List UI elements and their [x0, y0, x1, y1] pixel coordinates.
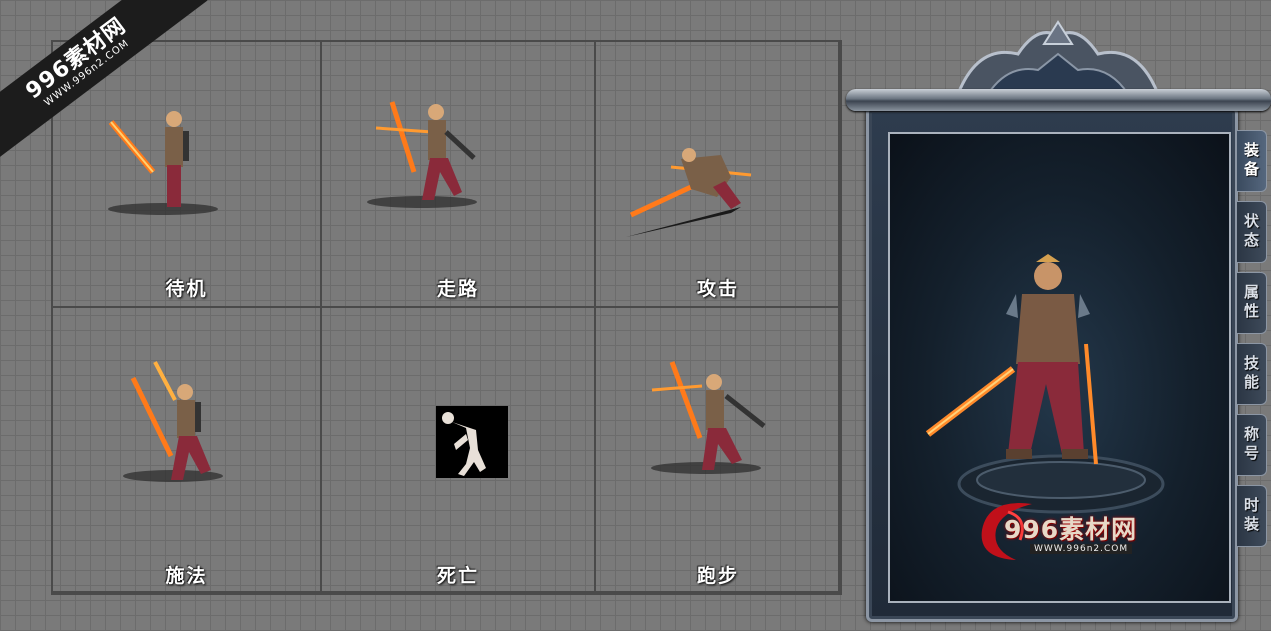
character-panel: 装备 状态 属性 技能 称号 时装 996素材网 WWW.996n2.COM — [846, 20, 1271, 622]
action-label-cast: 施法 — [165, 565, 208, 587]
idle-sprite — [108, 111, 218, 215]
walk-sprite — [367, 101, 477, 208]
tab-status-label: 状态 — [1242, 213, 1260, 251]
action-label-idle: 待机 — [165, 278, 208, 300]
site-logo: 996素材网 WWW.996n2.COM — [968, 490, 1168, 570]
tab-fashion-label: 时装 — [1242, 497, 1260, 535]
tab-status[interactable]: 状态 — [1237, 201, 1267, 263]
tab-skills-label: 技能 — [1242, 355, 1260, 393]
character-model — [925, 254, 1098, 465]
action-cell-death[interactable]: 死亡 — [320, 306, 596, 595]
tab-attributes[interactable]: 属性 — [1237, 272, 1267, 334]
logo-text: 996素材网 — [1004, 515, 1138, 544]
panel-top-bar — [846, 89, 1271, 111]
action-cell-attack[interactable]: 攻击 — [594, 40, 842, 308]
tab-fashion[interactable]: 时装 — [1237, 485, 1267, 547]
action-label-attack: 攻击 — [696, 278, 739, 300]
logo-url: WWW.996n2.COM — [1030, 544, 1133, 554]
tab-titles[interactable]: 称号 — [1237, 414, 1267, 476]
action-cell-cast[interactable]: 施法 — [51, 306, 322, 595]
action-label-walk: 走路 — [436, 278, 479, 300]
attack-sprite — [626, 148, 752, 237]
action-preview-grid: 待机 走路 攻击 施法 死亡 跑步 — [51, 40, 842, 595]
action-label-run: 跑步 — [696, 565, 739, 587]
tab-equipment[interactable]: 装备 — [1237, 130, 1267, 192]
run-sprite — [651, 361, 766, 474]
action-cell-run[interactable]: 跑步 — [594, 306, 842, 595]
action-cell-walk[interactable]: 走路 — [320, 40, 596, 308]
panel-tabs: 装备 状态 属性 技能 称号 时装 — [1237, 130, 1267, 556]
tab-skills[interactable]: 技能 — [1237, 343, 1267, 405]
action-label-death: 死亡 — [436, 565, 479, 587]
tab-attributes-label: 属性 — [1242, 284, 1260, 322]
tab-equipment-label: 装备 — [1242, 142, 1260, 180]
cast-sprite — [123, 361, 223, 482]
tab-titles-label: 称号 — [1242, 426, 1260, 464]
death-sprite — [436, 406, 508, 478]
